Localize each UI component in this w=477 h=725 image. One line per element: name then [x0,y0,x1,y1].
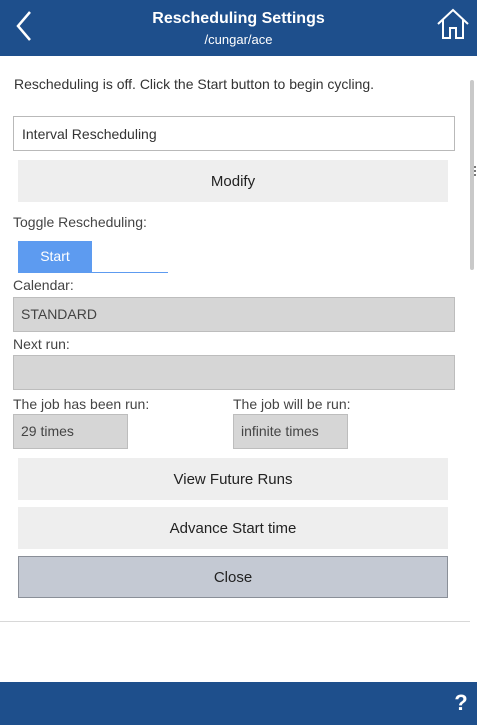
scroll-grip-dot [474,170,476,172]
status-message: Rescheduling is off. Click the Start but… [14,76,375,92]
home-button[interactable] [435,6,471,42]
job-has-run-label: The job has been run: [13,396,150,412]
page-subtitle: /cungar/ace [204,32,273,47]
help-icon[interactable]: ? [451,688,471,718]
toggle-rescheduling-label: Toggle Rescheduling: [13,214,147,230]
scroll-grip-dot [474,174,476,176]
modify-button[interactable]: Modify [18,160,448,202]
rescheduling-toggle[interactable]: Start [18,241,168,273]
view-future-runs-button[interactable]: View Future Runs [18,458,448,500]
settings-panel: Rescheduling is off. Click the Start but… [0,56,470,622]
job-will-run-label: The job will be run: [233,396,351,412]
next-run-label: Next run: [13,336,70,352]
home-icon [437,8,469,39]
next-run-value [13,355,455,390]
job-will-run-value: infinite times [233,414,348,449]
close-button[interactable]: Close [18,556,448,598]
footer-bar: ? [0,682,477,725]
job-has-run-value: 29 times [13,414,128,449]
header-bar: Rescheduling Settings /cungar/ace [0,0,477,56]
calendar-value: STANDARD [13,297,455,332]
scroll-grip-dot [474,166,476,168]
schedule-name-field[interactable] [13,116,455,151]
scrollbar[interactable] [466,60,477,620]
advance-start-time-button[interactable]: Advance Start time [18,507,448,549]
page-title: Rescheduling Settings [152,10,325,27]
calendar-label: Calendar: [13,277,74,293]
toggle-start-state: Start [18,241,92,272]
